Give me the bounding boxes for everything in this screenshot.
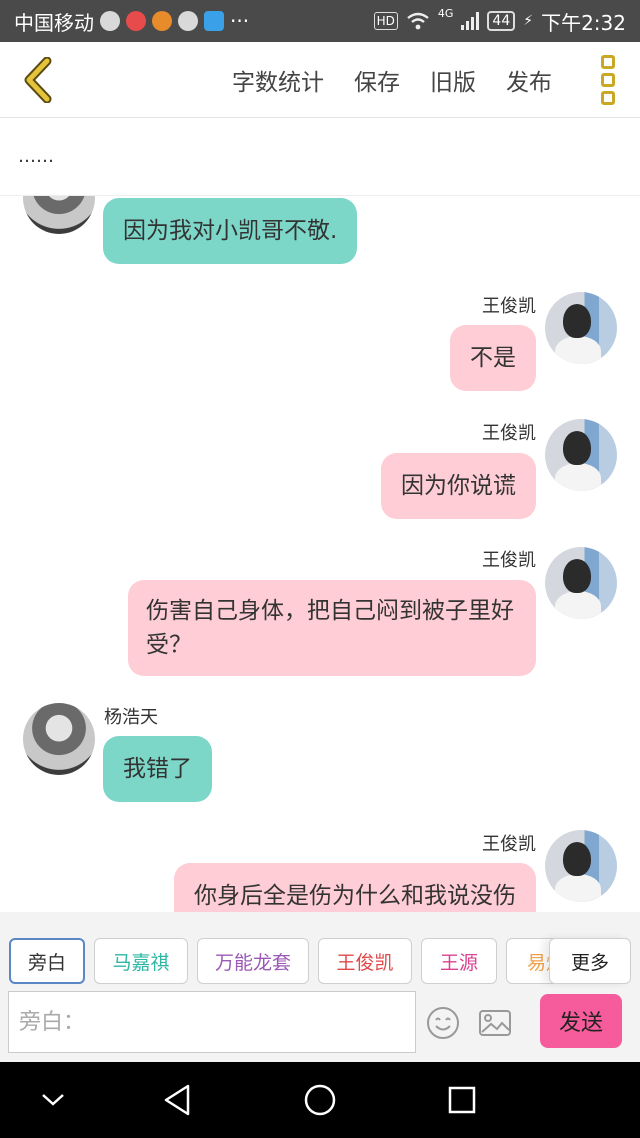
signal-icon: [461, 12, 480, 30]
avatar[interactable]: [23, 196, 95, 234]
more-menu-button[interactable]: [598, 55, 618, 105]
sender-name: 王俊凯: [482, 296, 536, 317]
app-notification-icon: [152, 11, 172, 31]
square-recents-icon: [448, 1086, 476, 1114]
sender-name: 王俊凯: [482, 423, 536, 444]
message-bubble[interactable]: 伤害自己身体，把自己闷到被子里好受？: [128, 580, 536, 676]
sender-name: 杨浩天: [104, 707, 158, 728]
save-button[interactable]: 保存: [354, 63, 400, 97]
network-type: 4G: [437, 6, 454, 20]
status-bar: 中国移动 ··· HD 4G 44 ⚡ 下午2:32: [0, 0, 640, 42]
message-input[interactable]: [8, 991, 416, 1053]
back-button[interactable]: [14, 54, 62, 106]
nav-back-button[interactable]: [157, 1080, 197, 1120]
message-bubble[interactable]: 我错了: [103, 736, 212, 802]
role-selector: 旁白 马嘉祺 万能龙套 王俊凯 王源 易烊 更多: [0, 912, 640, 988]
more-notifications: ···: [230, 9, 250, 33]
word-count-button[interactable]: 字数统计: [232, 63, 324, 97]
message-bubble[interactable]: 因为我对小凯哥不敬.: [103, 198, 358, 264]
hd-icon: HD: [373, 12, 398, 30]
old-version-button[interactable]: 旧版: [430, 63, 476, 97]
role-chip[interactable]: 旁白: [9, 938, 85, 984]
more-roles-button[interactable]: 更多: [549, 938, 631, 984]
message-bubble[interactable]: 不是: [450, 325, 536, 391]
sender-name: 王俊凯: [482, 834, 536, 855]
publish-button[interactable]: 发布: [506, 63, 552, 97]
role-chip[interactable]: 王源: [421, 938, 497, 984]
hide-keyboard-button[interactable]: [33, 1080, 73, 1120]
carrier-label: 中国移动: [14, 10, 94, 35]
app-notification-icon: [204, 11, 224, 31]
avatar[interactable]: [545, 547, 617, 619]
chevron-down-icon: [42, 1094, 64, 1106]
avatar[interactable]: [545, 292, 617, 364]
message-bubble[interactable]: 你身后全是伤为什么和我说没伤: [174, 863, 536, 912]
app-notification-icon: [126, 11, 146, 31]
role-chip[interactable]: 王俊凯: [318, 938, 412, 984]
message-bubble[interactable]: 因为你说谎: [381, 453, 536, 519]
system-nav-bar: [0, 1062, 640, 1138]
story-summary[interactable]: ……: [0, 118, 640, 196]
image-icon[interactable]: [478, 1006, 512, 1040]
battery-icon: 44: [487, 11, 516, 31]
circle-home-icon: [304, 1084, 336, 1116]
emoji-icon[interactable]: [426, 1006, 460, 1040]
clock: 下午2:32: [541, 10, 626, 35]
nav-recents-button[interactable]: [442, 1080, 482, 1120]
triangle-back-icon: [164, 1084, 190, 1116]
chat-area[interactable]: 因为我对小凯哥不敬. 王俊凯 不是 王俊凯 因为你说谎 王俊凯 伤害自己身体，把…: [0, 196, 640, 912]
message-icon: [100, 11, 120, 31]
role-chip[interactable]: 万能龙套: [197, 938, 309, 984]
wechat-icon: [178, 11, 198, 31]
send-button[interactable]: 发送: [540, 994, 622, 1048]
avatar[interactable]: [545, 830, 617, 902]
input-bar: 发送: [0, 988, 640, 1062]
chevron-left-icon: [24, 57, 52, 103]
avatar[interactable]: [545, 419, 617, 491]
charging-icon: ⚡: [523, 13, 534, 29]
avatar[interactable]: [23, 703, 95, 775]
wifi-icon: [407, 12, 429, 30]
editor-toolbar: 字数统计 保存 旧版 发布: [0, 42, 640, 118]
sender-name: 王俊凯: [482, 550, 536, 571]
nav-home-button[interactable]: [300, 1080, 340, 1120]
role-chip[interactable]: 马嘉祺: [94, 938, 188, 984]
